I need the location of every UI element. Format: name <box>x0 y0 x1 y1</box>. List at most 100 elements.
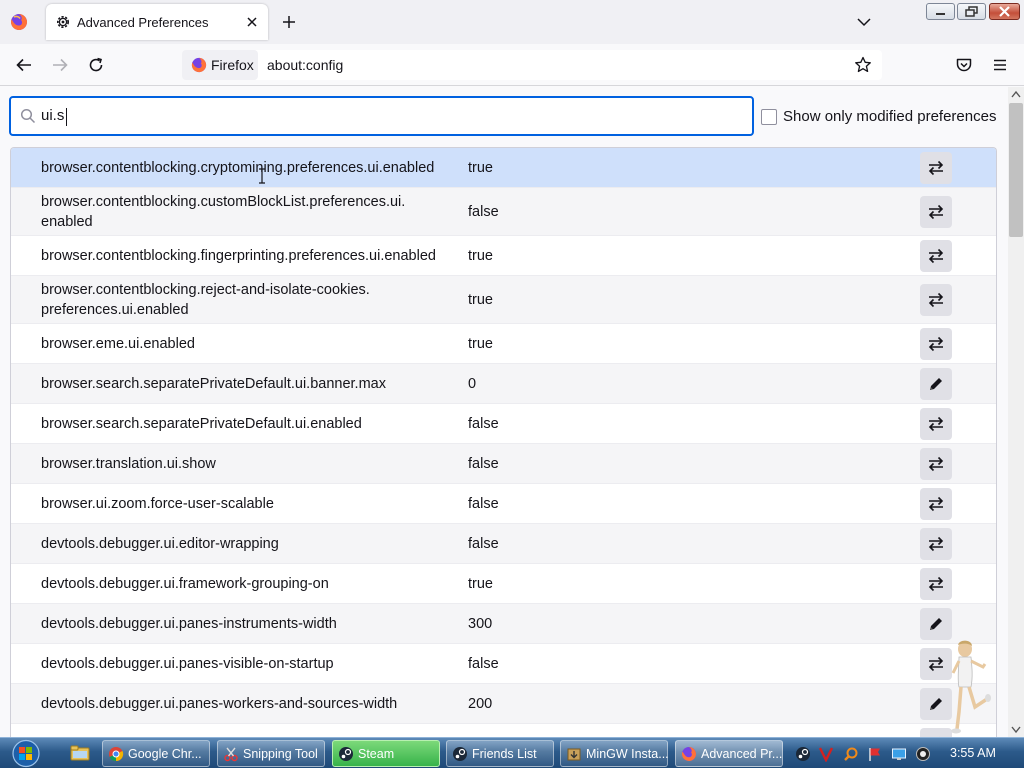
pref-name: browser.search.separatePrivateDefault.ui… <box>41 416 362 432</box>
taskbar-button[interactable]: Google Chr... <box>102 740 210 767</box>
pref-row[interactable]: browser.contentblocking.fingerprinting.p… <box>11 236 996 276</box>
taskbar-button[interactable]: Snipping Tool <box>217 740 325 767</box>
pencil-edit-icon <box>930 378 942 390</box>
scrollbar-thumb[interactable] <box>1009 103 1023 237</box>
show-modified-checkbox[interactable] <box>761 109 777 125</box>
file-explorer-icon[interactable] <box>70 744 90 762</box>
pref-value: true <box>468 336 493 352</box>
pref-value: false <box>468 496 499 512</box>
toggle-arrows-icon <box>928 656 944 672</box>
show-modified-label[interactable]: Show only modified preferences <box>783 108 996 125</box>
new-tab-plus-icon[interactable] <box>280 13 298 31</box>
steam-tray-icon[interactable] <box>795 746 811 762</box>
pref-row[interactable]: browser.search.separatePrivateDefault.ui… <box>11 404 996 444</box>
navigation-toolbar: Firefox about:config <box>0 44 1024 86</box>
toggle-arrows-icon <box>928 496 944 512</box>
close-tab-icon[interactable] <box>244 14 260 30</box>
installer-icon <box>567 748 581 761</box>
scroll-down-arrow-icon[interactable] <box>1011 726 1021 734</box>
pref-value: false <box>468 656 499 672</box>
toggle-pref-button[interactable] <box>920 568 952 600</box>
reload-icon[interactable] <box>87 56 105 74</box>
clock[interactable]: 3:55 AM <box>950 746 996 760</box>
taskbar-button[interactable]: MinGW Insta... <box>560 740 669 767</box>
pref-name: browser.search.separatePrivateDefault.ui… <box>41 376 386 392</box>
text-caret <box>66 108 67 126</box>
toggle-arrows-icon <box>928 292 944 308</box>
taskbar-button[interactable]: Advanced Pr... <box>675 740 783 767</box>
pref-value: false <box>468 456 499 472</box>
tab-advanced-preferences[interactable]: Advanced Preferences <box>46 4 268 40</box>
magnifier-tray-icon[interactable] <box>843 746 859 762</box>
edit-pref-button[interactable] <box>920 608 952 640</box>
pocket-icon[interactable] <box>955 56 973 74</box>
pref-row[interactable]: devtools.debugger.ui.variables-sorting-a… <box>11 724 996 737</box>
url-bar[interactable]: Firefox about:config <box>182 50 882 80</box>
pref-row[interactable]: browser.ui.zoom.force-user-scalable false <box>11 484 996 524</box>
start-button-orb-icon[interactable] <box>6 738 46 768</box>
pref-name: browser.contentblocking.customBlockList.… <box>41 194 406 230</box>
pref-name: browser.eme.ui.enabled <box>41 336 195 352</box>
taskbar-button[interactable]: Steam <box>332 740 440 767</box>
close-window-button[interactable] <box>989 3 1020 20</box>
edit-pref-button[interactable] <box>920 368 952 400</box>
pref-row[interactable]: browser.contentblocking.reject-and-isola… <box>11 276 996 324</box>
pref-name: devtools.debugger.ui.panes-workers-and-s… <box>41 696 398 712</box>
vertical-scrollbar[interactable] <box>1008 87 1024 737</box>
gear-icon <box>57 16 69 28</box>
pref-name: devtools.debugger.ui.framework-grouping-… <box>41 576 329 592</box>
toggle-pref-button[interactable] <box>920 528 952 560</box>
pref-value: 300 <box>468 616 493 632</box>
search-box[interactable] <box>9 96 754 136</box>
taskbar-button-label: Advanced Pr... <box>701 747 783 761</box>
toggle-pref-button[interactable] <box>920 152 952 184</box>
minimize-button[interactable] <box>926 3 955 20</box>
tab-title: Advanced Preferences <box>77 15 209 30</box>
firefox-logo-icon <box>191 57 207 73</box>
pref-row[interactable]: browser.contentblocking.customBlockList.… <box>11 188 996 236</box>
pref-row[interactable]: browser.contentblocking.cryptomining.pre… <box>11 148 996 188</box>
pref-row[interactable]: devtools.debugger.ui.panes-workers-and-s… <box>11 684 996 724</box>
identity-label: Firefox <box>211 57 254 73</box>
toggle-pref-button[interactable] <box>920 448 952 480</box>
toggle-pref-button[interactable] <box>920 488 952 520</box>
taskbar-button[interactable]: Friends List <box>446 740 554 767</box>
pref-row[interactable]: devtools.debugger.ui.panes-instruments-w… <box>11 604 996 644</box>
toggle-pref-button[interactable] <box>920 240 952 272</box>
chevron-down-icon[interactable] <box>855 13 873 31</box>
bookmark-star-icon[interactable] <box>854 56 872 74</box>
toggle-pref-button[interactable] <box>920 328 952 360</box>
toggle-arrows-icon <box>928 416 944 432</box>
taskbar-button-label: Snipping Tool <box>243 747 318 761</box>
flag-tray-icon[interactable] <box>867 746 883 762</box>
pref-name: browser.contentblocking.fingerprinting.p… <box>41 248 436 264</box>
toggle-arrows-icon <box>928 456 944 472</box>
v-shield-tray-icon[interactable] <box>818 746 834 762</box>
pref-row[interactable]: browser.translation.ui.show false <box>11 444 996 484</box>
search-input[interactable] <box>41 107 721 124</box>
firefox-menu-icon[interactable] <box>10 13 28 31</box>
pref-name: devtools.debugger.ui.editor-wrapping <box>41 536 279 552</box>
pref-row[interactable]: devtools.debugger.ui.panes-visible-on-st… <box>11 644 996 684</box>
hamburger-menu-icon[interactable] <box>991 56 1009 74</box>
pref-row[interactable]: devtools.debugger.ui.framework-grouping-… <box>11 564 996 604</box>
toggle-pref-button[interactable] <box>920 408 952 440</box>
scroll-up-arrow-icon[interactable] <box>1011 90 1021 98</box>
toggle-arrows-icon <box>928 576 944 592</box>
back-arrow-icon[interactable] <box>15 56 33 74</box>
url-text[interactable]: about:config <box>267 57 343 73</box>
desktop-mascot-figure[interactable] <box>945 637 993 737</box>
volume-tray-icon[interactable] <box>915 746 931 762</box>
pref-name: browser.contentblocking.cryptomining.pre… <box>41 160 435 176</box>
restore-button[interactable] <box>957 3 986 20</box>
pref-row[interactable]: devtools.debugger.ui.editor-wrapping fals… <box>11 524 996 564</box>
toggle-pref-button[interactable] <box>920 284 952 316</box>
pref-value: false <box>468 416 499 432</box>
pref-row[interactable]: browser.search.separatePrivateDefault.ui… <box>11 364 996 404</box>
forward-arrow-icon[interactable] <box>51 56 69 74</box>
identity-box[interactable]: Firefox <box>182 50 258 80</box>
pref-row[interactable]: browser.eme.ui.enabled true <box>11 324 996 364</box>
display-tray-icon[interactable] <box>891 746 907 762</box>
toggle-pref-button[interactable] <box>920 196 952 228</box>
toggle-arrows-icon <box>928 336 944 352</box>
